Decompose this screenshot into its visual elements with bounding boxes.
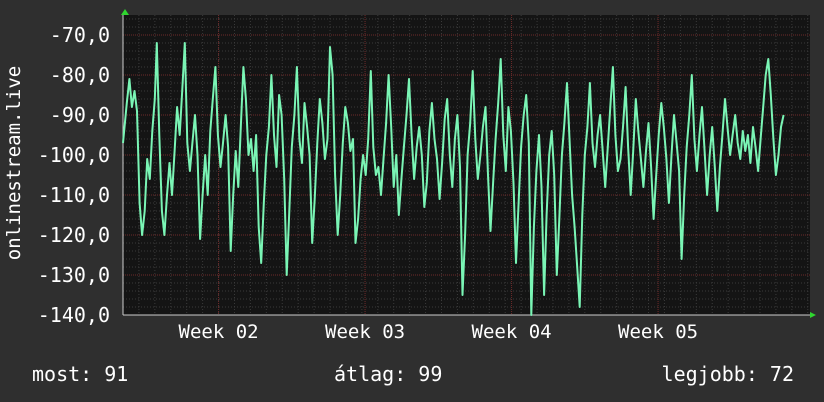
- y-axis-arrow-icon: [121, 9, 129, 15]
- x-axis-arrow-icon: [810, 312, 816, 318]
- x-tick-label: Week 03: [325, 321, 405, 343]
- y-tick-label: -90,0: [50, 103, 110, 127]
- x-tick-label: Week 04: [472, 321, 552, 343]
- y-tick-label: -140,0: [38, 303, 110, 327]
- average-value: átlag: 99: [334, 362, 443, 386]
- y-tick-label: -110,0: [38, 183, 110, 207]
- y-tick-label: -130,0: [38, 263, 110, 287]
- x-axis-ticks: Week 02 Week 03 Week 04 Week 05: [179, 321, 699, 343]
- y-tick-label: -80,0: [50, 63, 110, 87]
- x-tick-label: Week 05: [618, 321, 698, 343]
- current-value: most: 91: [32, 362, 129, 386]
- y-axis-label: onlinestream.live: [3, 66, 25, 260]
- best-value: legjobb: 72: [661, 362, 794, 386]
- y-tick-label: -120,0: [38, 223, 110, 247]
- x-tick-label: Week 02: [179, 321, 259, 343]
- y-tick-label: -70,0: [50, 23, 110, 47]
- y-tick-label: -100,0: [38, 143, 110, 167]
- chart: -70,0 -80,0 -90,0 -100,0 -110,0 -120,0 -130,0 -…: [3, 9, 816, 343]
- y-axis-ticks: -70,0 -80,0 -90,0 -100,0 -110,0 -120,0 -130,0 -…: [38, 23, 110, 327]
